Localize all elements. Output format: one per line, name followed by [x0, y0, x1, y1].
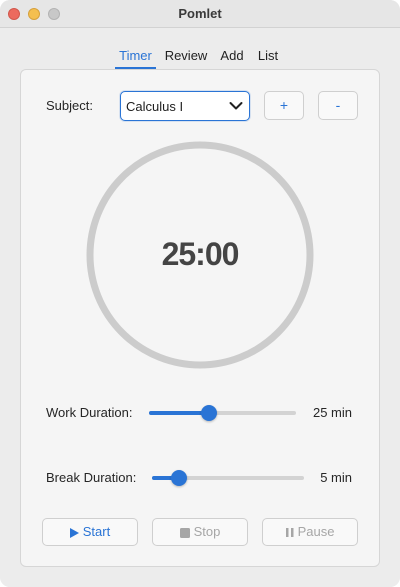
stop-square-icon [179, 527, 190, 538]
add-subject-button[interactable]: + [264, 91, 304, 120]
work-slider-fill [149, 411, 210, 415]
subject-label: Subject: [46, 98, 93, 113]
tab-add[interactable]: Add [217, 47, 247, 69]
work-duration-slider[interactable] [149, 405, 296, 421]
pause-button-label: Pause [297, 524, 335, 539]
break-duration-value: 5 min [320, 470, 352, 485]
tab-list[interactable]: List [254, 47, 282, 69]
break-duration-label: Break Duration: [46, 470, 137, 485]
title-bar: Pomlet [0, 0, 400, 28]
app-window: Pomlet Timer Review Add List Subject: Ca… [0, 0, 400, 587]
play-icon [69, 527, 79, 538]
tab-bar: Timer Review Add List [0, 47, 400, 69]
timer-display: 25:00 [161, 236, 240, 272]
stop-button[interactable]: Stop [152, 518, 248, 546]
chevron-down-icon [229, 102, 243, 110]
stop-button-label: Stop [193, 524, 221, 539]
tab-timer[interactable]: Timer [115, 47, 156, 69]
tab-review[interactable]: Review [163, 47, 209, 69]
subject-selected-value: Calculus I [126, 99, 184, 114]
pause-button[interactable]: Pause [262, 518, 358, 546]
work-duration-label: Work Duration: [46, 405, 133, 420]
start-button[interactable]: Start [42, 518, 138, 546]
window-title: Pomlet [178, 6, 222, 21]
subject-select[interactable]: Calculus I [120, 91, 250, 121]
start-button-label: Start [82, 524, 111, 539]
pause-icon [285, 528, 294, 538]
work-duration-value: 25 min [312, 405, 352, 420]
remove-subject-button[interactable]: - [318, 91, 358, 120]
break-duration-slider[interactable] [152, 470, 304, 486]
